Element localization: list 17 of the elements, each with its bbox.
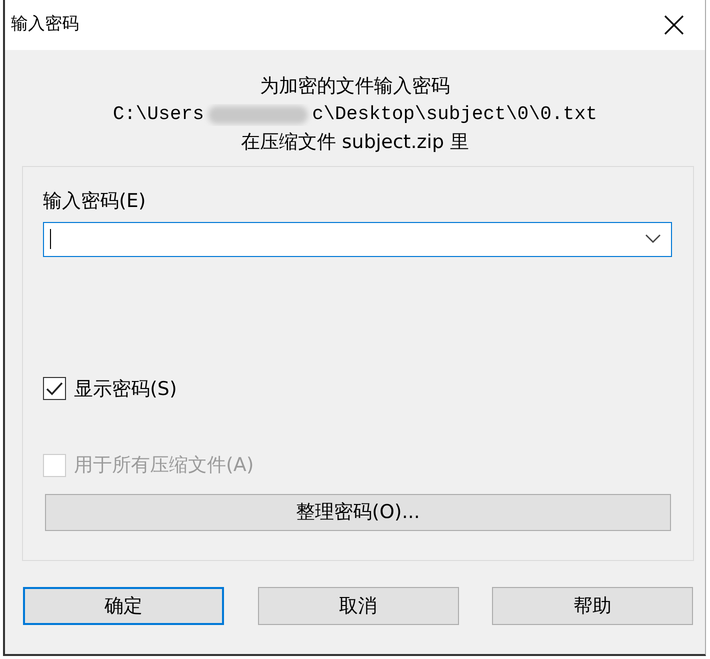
checkbox-label: 显示密码(S) <box>74 376 177 402</box>
checkbox[interactable] <box>43 377 66 400</box>
dropdown-icon[interactable] <box>645 234 661 244</box>
dialog-button[interactable]: 取消 <box>258 587 458 625</box>
password-field[interactable] <box>43 222 672 256</box>
checkbox-label: 用于所有压缩文件(A) <box>74 453 254 478</box>
path-text: C:\Users <box>112 103 204 125</box>
dialog-button[interactable]: 帮助 <box>492 587 693 625</box>
message-text: 为加密的文件输入密码 <box>260 75 450 97</box>
path-text: c\Desktop\subject\0\0.txt <box>312 103 598 125</box>
text-cursor <box>50 229 51 249</box>
close-icon <box>664 15 684 35</box>
archive-text: 在压缩文件 subject.zip 里 <box>240 131 470 153</box>
manage-passwords-button[interactable]: 整理密码(O)... <box>45 494 671 530</box>
window-title: 输入密码 <box>11 13 79 36</box>
field-label: 输入密码(E) <box>43 189 147 214</box>
dialog-button[interactable]: 确定 <box>23 587 224 625</box>
